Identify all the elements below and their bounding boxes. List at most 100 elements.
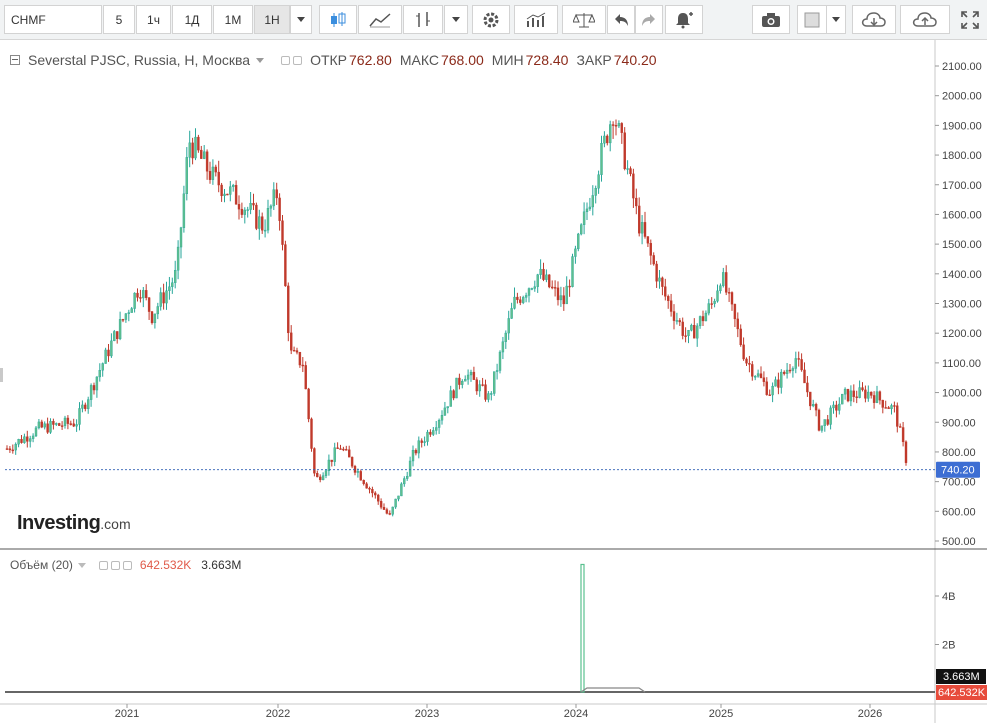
y-tick-label: 1000.00 [942,388,982,400]
candle-body [719,285,722,292]
settings-button[interactable] [472,5,510,34]
interval-1m[interactable]: 1М [213,5,253,34]
alert-button[interactable] [665,5,703,34]
fullscreen-button[interactable] [955,5,985,34]
eye-icon[interactable] [281,55,291,65]
candle-body [594,188,597,196]
interval-1m-label: 1М [224,12,242,27]
candle-body [867,391,870,399]
cloud-save-button[interactable] [900,5,950,34]
chevron-down-icon[interactable] [256,57,265,63]
candle-body [864,389,867,399]
undo-button[interactable] [607,5,635,34]
x-tick-label: 2021 [115,708,139,720]
candle-body [171,282,174,287]
candle-body [316,473,319,478]
close-small-icon[interactable] [122,560,132,570]
y-tick-label: 1300.00 [942,299,982,311]
color-dropdown[interactable] [826,5,846,34]
candle-body [75,424,78,427]
candle-body [46,423,49,433]
candle-body [379,501,383,508]
candle-body [330,459,333,462]
chart-type-dropdown[interactable] [444,5,468,34]
candle-body [783,371,786,374]
candle-body [580,224,583,235]
line-chart-button[interactable] [358,5,402,34]
symbol-input[interactable]: CHMF [4,5,102,34]
collapse-icon[interactable] [10,55,20,65]
candle-body [577,233,580,250]
candle-body [849,390,853,402]
candle-body [727,292,731,294]
candle-body [667,296,670,301]
candle-body [530,288,534,290]
bar-chart-icon [416,11,430,27]
interval-1d[interactable]: 1Д [172,5,212,34]
candle-body [89,385,93,400]
compare-button[interactable] [562,5,606,34]
chevron-down-icon [452,17,460,22]
settings-small-icon[interactable] [110,560,120,570]
indicators-button[interactable] [514,5,558,34]
chevron-down-icon[interactable] [77,562,86,568]
candle-body [809,391,812,407]
eye-icon[interactable] [98,560,108,570]
candle-body [290,332,293,351]
candle-body [8,448,12,451]
candles-button[interactable] [319,5,357,34]
candle-body [600,143,603,175]
interval-1h[interactable]: 1ч [136,5,171,34]
candle-body [84,404,87,409]
candle-body [81,404,84,409]
candle-body [261,216,264,231]
candle-body [362,480,365,484]
candle-body [345,449,348,451]
color-button[interactable] [797,5,827,34]
candle-body [716,290,719,302]
candle-body [133,292,136,309]
x-tick-label: 2022 [266,708,290,720]
candle-body [359,471,362,481]
candle-body [121,319,125,321]
candle-body [751,364,754,377]
candle-body [678,320,681,323]
candle-body [142,290,145,299]
cloud-load-button[interactable] [852,5,896,34]
candle-body [272,189,275,207]
price-chart[interactable]: 500.00 600.00 700.00 800.00 900.00 1000.00 110… [0,40,987,723]
candle-body [339,448,342,450]
candle-body [872,395,876,403]
candle-body [887,407,890,410]
candle-body [698,316,702,327]
redo-button[interactable] [635,5,663,34]
candle-body [890,405,893,410]
interval-5[interactable]: 5 [103,5,135,34]
candle-body [188,142,191,158]
y-tick-label: 1600.00 [942,209,982,221]
candle-body [893,405,896,407]
candle-body [391,506,394,515]
candle-body [350,456,354,467]
bar-chart-button[interactable] [403,5,443,34]
side-panel-handle[interactable] [0,368,3,382]
cloud-download-icon [861,11,886,27]
candle-body [371,489,374,494]
candle-body [582,211,586,225]
candle-body [832,404,835,409]
candle-body [49,421,52,433]
interval-dropdown[interactable] [290,5,312,34]
candle-body [501,341,505,353]
candle-body [243,209,247,215]
candle-body [382,507,386,510]
snapshot-button[interactable] [752,5,790,34]
settings-small-icon[interactable] [293,55,303,65]
interval-1w[interactable]: 1Н [254,5,290,34]
candle-body [63,417,67,426]
gear-icon [483,12,499,27]
candle-body [507,318,510,334]
candle-body [493,371,496,394]
alert-icon [676,11,693,28]
undo-icon [615,13,628,26]
y-tick-label: 2000.00 [942,91,982,103]
